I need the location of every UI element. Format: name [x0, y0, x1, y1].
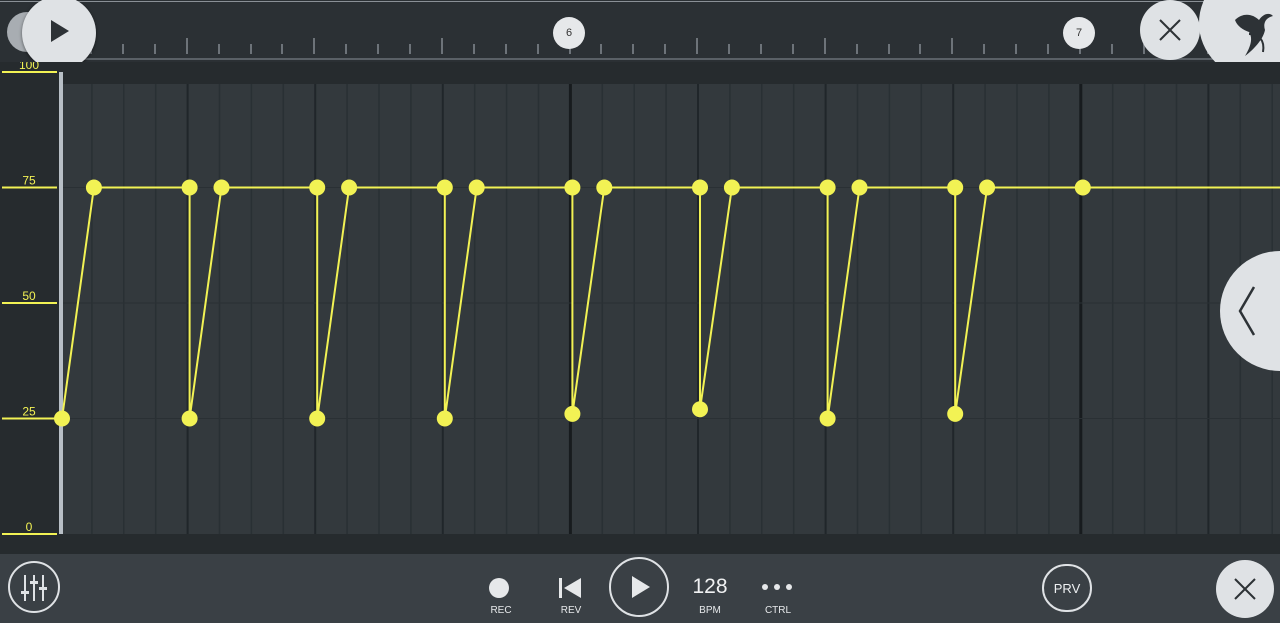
- automation-point[interactable]: [596, 179, 613, 196]
- ruler-tick: [472, 44, 475, 54]
- axis-label: 100: [19, 62, 39, 72]
- mixer-sliders-icon: [21, 575, 47, 601]
- ruler-tick: [823, 38, 826, 54]
- bar-marker-7[interactable]: 7: [1063, 17, 1095, 49]
- skip-back-icon: [559, 578, 581, 598]
- automation-point[interactable]: [564, 179, 581, 196]
- rewind-button[interactable]: [554, 572, 588, 602]
- ruler-tick: [313, 38, 316, 54]
- ruler-tick: [951, 38, 954, 54]
- ruler-tick: [153, 44, 156, 54]
- ruler-tick: [632, 44, 635, 54]
- ruler-tick: [919, 44, 922, 54]
- automation-point[interactable]: [468, 179, 485, 196]
- ruler-tick: [728, 44, 730, 54]
- automation-point[interactable]: [851, 179, 868, 196]
- automation-point[interactable]: [947, 405, 964, 422]
- automation-point[interactable]: [181, 410, 198, 427]
- ruler-tick: [536, 44, 539, 54]
- automation-point[interactable]: [436, 179, 453, 196]
- top-hairline: [0, 1, 1280, 2]
- ruler-tick: [1047, 44, 1049, 54]
- axis-label: 75: [22, 174, 36, 188]
- play-pattern-button[interactable]: [22, 0, 96, 70]
- ruler-tick: [759, 44, 762, 54]
- ruler-tick: [409, 44, 411, 54]
- more-dots-icon: [762, 584, 792, 590]
- ruler-tick: [1015, 44, 1018, 54]
- ruler-tick: [855, 44, 858, 54]
- ruler-tick: [791, 44, 794, 54]
- ctrl-label: CTRL: [764, 605, 792, 616]
- timeline-ruler[interactable]: 6 7: [0, 0, 1280, 62]
- automation-point[interactable]: [54, 410, 70, 427]
- automation-point[interactable]: [819, 179, 836, 196]
- ruler-tick: [185, 38, 188, 54]
- ruler-tick: [887, 44, 890, 54]
- ruler-tick: [504, 44, 507, 54]
- collapse-panel-button[interactable]: [1220, 251, 1280, 371]
- ruler-tick: [121, 44, 124, 54]
- ruler-tick: [249, 44, 252, 54]
- ruler-baseline: [62, 58, 1280, 60]
- play-button[interactable]: [609, 557, 669, 617]
- ruler-tick: [217, 44, 220, 54]
- automation-point[interactable]: [341, 179, 358, 196]
- close-icon: [1234, 578, 1256, 600]
- record-icon: [489, 578, 509, 598]
- rec-label: REC: [490, 605, 512, 616]
- automation-point[interactable]: [213, 179, 230, 196]
- ruler-tick: [345, 44, 348, 54]
- play-icon: [51, 20, 69, 42]
- automation-point[interactable]: [436, 410, 453, 427]
- automation-point[interactable]: [309, 179, 326, 196]
- preview-button[interactable]: PRV: [1042, 564, 1092, 612]
- automation-point[interactable]: [723, 179, 740, 196]
- automation-point[interactable]: [564, 405, 581, 422]
- automation-point[interactable]: [85, 179, 102, 196]
- automation-point[interactable]: [692, 401, 708, 418]
- automation-point[interactable]: [181, 179, 198, 196]
- ruler-tick: [600, 44, 603, 54]
- automation-point[interactable]: [692, 179, 708, 196]
- ruler-tick: [1110, 44, 1113, 54]
- automation-editor[interactable]: 100 75 50 25 0: [0, 58, 1280, 554]
- automation-grid[interactable]: 100 75 50 25 0: [0, 58, 1280, 554]
- bar-marker-6[interactable]: 6: [553, 17, 585, 49]
- axis-label: 25: [22, 405, 36, 419]
- chevron-left-icon: [1238, 286, 1256, 336]
- play-icon: [632, 576, 650, 598]
- ruler-tick: [983, 44, 986, 54]
- automation-point[interactable]: [1074, 179, 1091, 196]
- more-controls-button[interactable]: [757, 576, 799, 598]
- ruler-tick: [664, 44, 667, 54]
- record-button[interactable]: [482, 572, 516, 602]
- ruler-tick: [377, 44, 380, 54]
- close-button[interactable]: [1216, 560, 1274, 618]
- rev-label: REV: [560, 605, 582, 616]
- ruler-tick: [440, 38, 443, 54]
- automation-point[interactable]: [819, 410, 836, 427]
- ruler-tick: [281, 44, 284, 54]
- ruler-tick: [696, 38, 699, 54]
- automation-point[interactable]: [309, 410, 326, 427]
- close-editor-button[interactable]: [1140, 0, 1200, 60]
- bpm-value[interactable]: 128: [680, 575, 740, 599]
- close-icon: [1159, 19, 1181, 41]
- automation-point[interactable]: [947, 179, 964, 196]
- automation-point[interactable]: [979, 179, 996, 196]
- axis-label: 50: [22, 289, 36, 303]
- bpm-label: BPM: [699, 605, 721, 616]
- mixer-button[interactable]: [8, 561, 60, 613]
- axis-label: 0: [26, 520, 33, 534]
